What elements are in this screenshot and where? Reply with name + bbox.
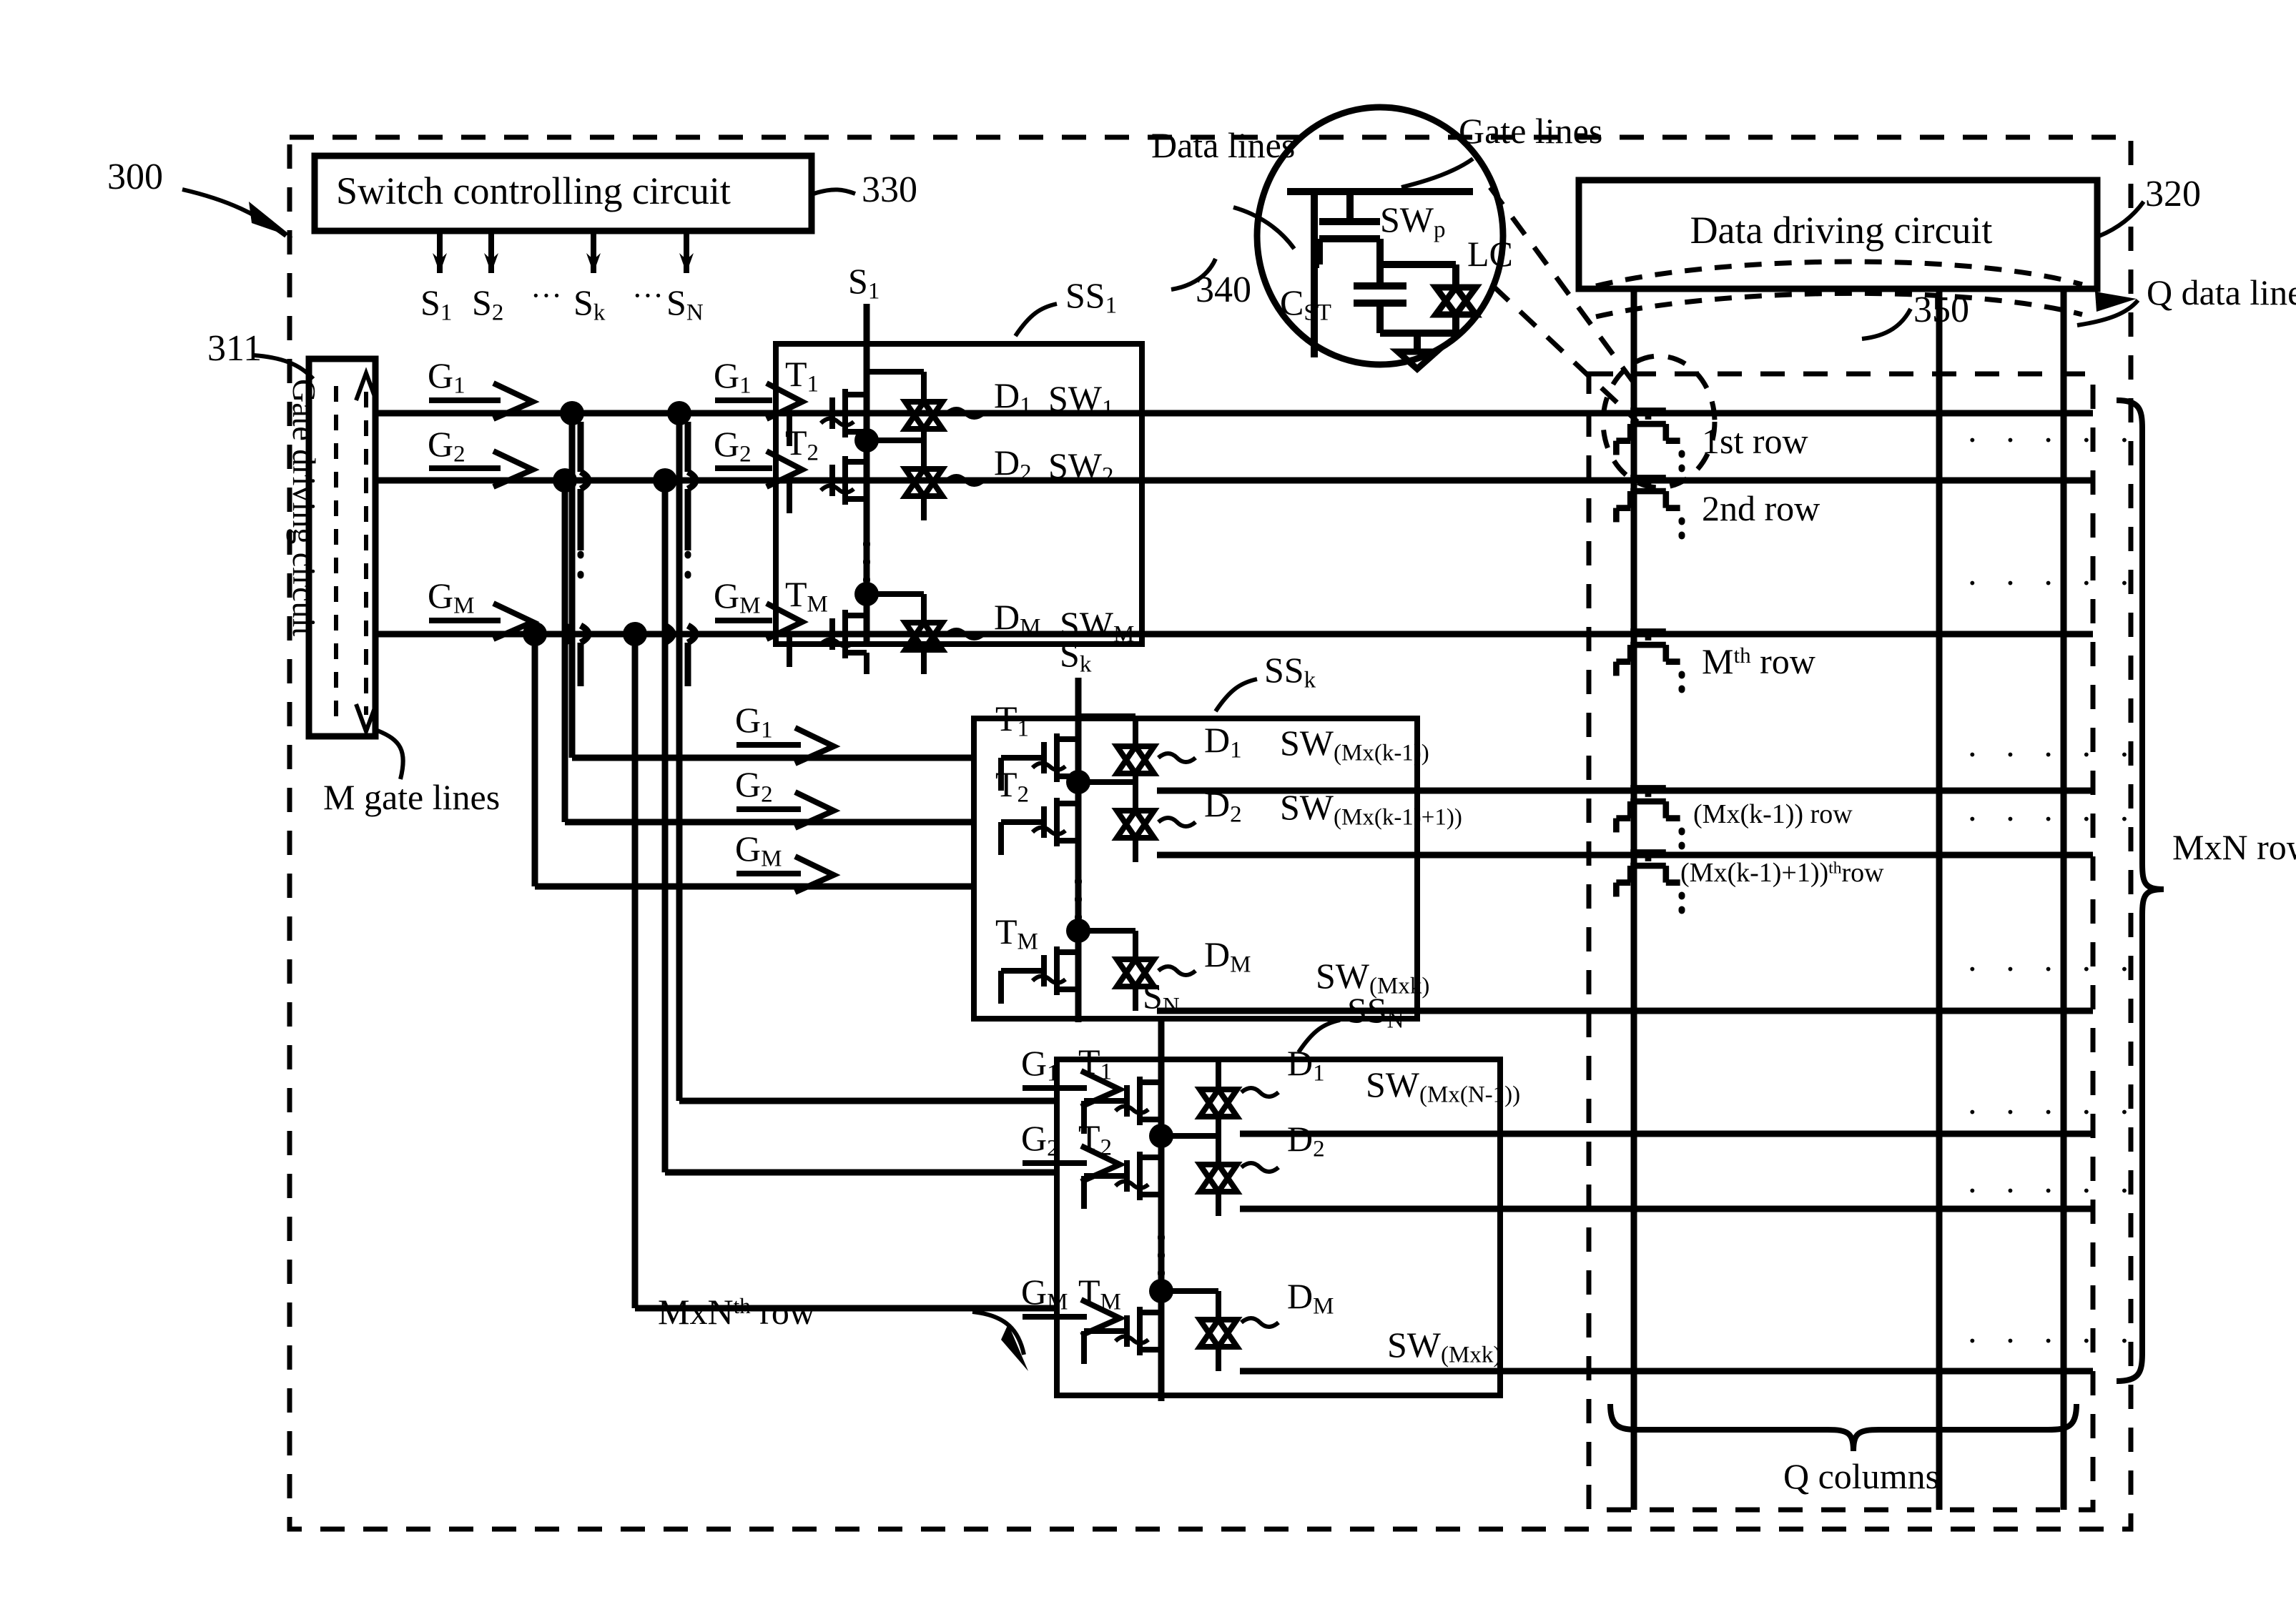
figure-canvas: 300 330 311 320 340 350 Switch controlli… [0, 0, 2296, 1602]
mxn-th-row-label: MxNth row [658, 1292, 815, 1332]
gate-label-g1-b: G1 [714, 355, 752, 399]
ssn-t2-label: T2 [1078, 1117, 1113, 1161]
q-data-lines-label: Q data lines [2147, 272, 2296, 312]
panel-row-label-5: (Mx(k-1)+1))throw [1680, 858, 1884, 888]
gate-label-g1-a: G1 [428, 355, 465, 399]
panel-row-label-4: (Mx(k-1)) row [1693, 799, 1853, 829]
ssk-sw2-label: SW(Mx(k-1)+1)) [1280, 787, 1462, 831]
ssn-dm-label: DM [1287, 1276, 1334, 1320]
ss1-d1-label: D1 [994, 375, 1032, 419]
ss1-dm-label: DM [994, 597, 1041, 641]
data-lines-label: Data lines [1151, 125, 1296, 165]
brace-q-columns [1607, 1403, 2079, 1452]
panel-row-label-2: 2nd row [1702, 488, 1820, 528]
gate-label-g2-a: G2 [428, 424, 465, 468]
signal-s2: S2 [472, 282, 504, 326]
gate-label-g2-d: G2 [1021, 1118, 1059, 1162]
source-label-sn: SN [1143, 976, 1180, 1019]
panel-dots-5: · · · · · [1966, 949, 2139, 989]
panel-row-label-1: 1st row [1702, 421, 1808, 461]
ref-300: 300 [107, 157, 163, 197]
panel-dots-4: · · · · · [1966, 798, 2139, 839]
panel-row-label-3: Mth row [1702, 641, 1815, 681]
ref-330: 330 [862, 169, 917, 210]
m-gate-lines-label: M gate lines [323, 777, 501, 817]
signal-s1: S1 [420, 282, 453, 326]
gate-label-gm-a: GM [428, 575, 475, 619]
gate-driving-circuit-label: Gate driving circuit [286, 379, 322, 637]
brace-mxn-rows [2116, 397, 2164, 1384]
signal-ellipsis-2: ··· [632, 278, 664, 313]
ssn-sw1-label: SW(Mx(N-1)) [1366, 1064, 1521, 1108]
ssn-swm-label: SW(Mxk) [1387, 1325, 1502, 1368]
gate-label-g2-c: G2 [735, 764, 773, 808]
signal-sn: SN [666, 282, 704, 326]
ssn-t1-label: T1 [1078, 1042, 1113, 1085]
ssn-d1-label: D1 [1287, 1043, 1325, 1087]
panel-dots-1: · · · · · [1966, 420, 2139, 460]
gate-lines-label: Gate lines [1459, 111, 1603, 151]
pixel-transistor-label: SWp [1380, 199, 1446, 243]
ssk-t2-label: T2 [995, 764, 1030, 808]
ssn-tm-label: TM [1078, 1272, 1121, 1315]
ssk-tm-label: TM [995, 911, 1038, 955]
switch-set-label-ssn: SSN [1347, 990, 1404, 1034]
ss1-d2-label: D2 [994, 442, 1032, 486]
ref-340: 340 [1196, 270, 1251, 310]
ref-350: 350 [1913, 290, 1969, 330]
source-label-s1: S1 [848, 261, 880, 305]
gate-label-g1-c: G1 [735, 700, 773, 743]
ssn-d2-label: D2 [1287, 1119, 1325, 1162]
gate-label-g2-b: G2 [714, 424, 752, 468]
ss1-sw1-label: SW1 [1048, 378, 1114, 422]
panel-dots-7: · · · · · [1966, 1170, 2139, 1210]
ssk-d1-label: D1 [1204, 720, 1242, 763]
ssk-t1-label: T1 [995, 698, 1030, 742]
gate-label-gm-d: GM [1021, 1272, 1068, 1315]
source-label-sk: Sk [1060, 634, 1092, 678]
switch-controlling-circuit-label: Switch controlling circuit [336, 169, 731, 212]
pixel-lc-label: LC [1467, 234, 1513, 274]
signal-ellipsis-1: ··· [531, 278, 562, 313]
ss1-tm-label: TM [785, 574, 828, 618]
ss1-t1-label: T1 [785, 354, 819, 397]
ssk-d2-label: D2 [1204, 784, 1242, 828]
ssk-dm-label: DM [1204, 934, 1251, 978]
mxn-rows-label: MxN rows [2172, 827, 2296, 867]
data-driving-circuit-label: Data driving circuit [1690, 209, 1993, 252]
panel-dots-8: · · · · · [1966, 1320, 2139, 1360]
ss1-sw2-label: SW2 [1048, 445, 1114, 489]
pixel-capacitor-label: CST [1280, 282, 1331, 326]
gate-label-g1-d: G1 [1021, 1043, 1059, 1087]
panel-dots-3: · · · · · [1966, 734, 2139, 774]
switch-set-label-ssk: SSk [1264, 650, 1316, 693]
panel-dots-2: · · · · · [1966, 563, 2139, 603]
panel-dots-6: · · · · · [1966, 1092, 2139, 1132]
ref-320: 320 [2145, 174, 2201, 214]
signal-sk: Sk [573, 282, 606, 326]
gate-label-gm-b: GM [714, 575, 761, 619]
ssk-sw1-label: SW(Mx(k-1)) [1280, 723, 1429, 766]
q-columns-label: Q columns [1783, 1456, 1940, 1496]
gate-label-gm-c: GM [735, 829, 782, 872]
switch-set-label-ss1: SS1 [1065, 275, 1118, 319]
ss1-t2-label: T2 [785, 422, 819, 466]
ref-311: 311 [207, 328, 262, 369]
